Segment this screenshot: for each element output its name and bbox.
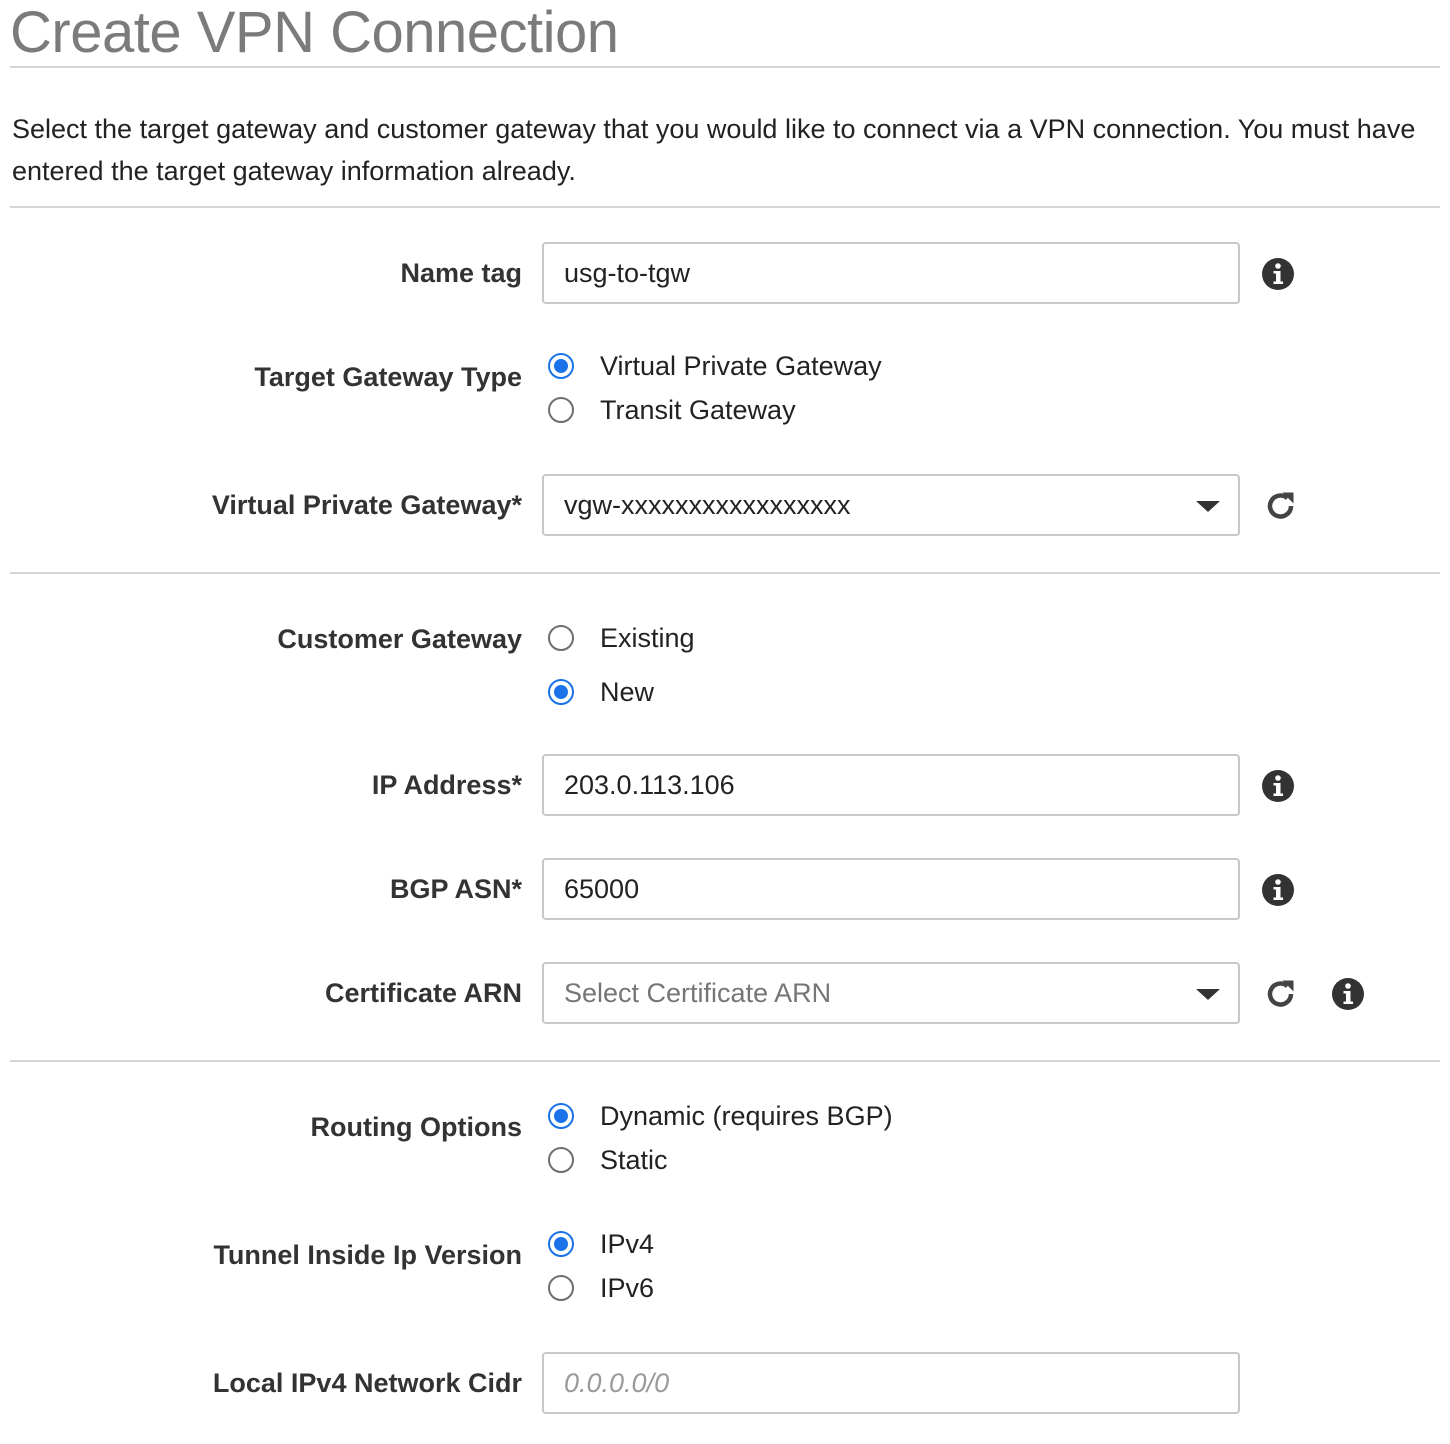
- refresh-icon[interactable]: [1264, 489, 1298, 523]
- radio-label: Existing: [600, 622, 695, 653]
- tunnel-inside-ip-version-label: Tunnel Inside Ip Version: [213, 1240, 522, 1270]
- radio-button-checked[interactable]: [548, 1103, 574, 1129]
- certificate-arn-placeholder: Select Certificate ARN: [564, 977, 832, 1008]
- radio-button[interactable]: [548, 1275, 574, 1301]
- create-vpn-connection-page: Create VPN Connection Select the target …: [0, 0, 1450, 1444]
- page-title: Create VPN Connection: [10, 0, 619, 65]
- local-ipv4-network-cidr-placeholder: 0.0.0.0/0: [564, 1367, 670, 1398]
- radio-static[interactable]: Static: [548, 1140, 668, 1180]
- radio-label: IPv4: [600, 1228, 655, 1259]
- info-icon[interactable]: [1261, 257, 1295, 291]
- target-gateway-type-label: Target Gateway Type: [254, 362, 522, 392]
- radio-button-checked[interactable]: [548, 1231, 574, 1257]
- radio-button[interactable]: [548, 625, 574, 651]
- page-description: Select the target gateway and customer g…: [12, 114, 1416, 186]
- radio-button[interactable]: [548, 397, 574, 423]
- radio-ipv4[interactable]: IPv4: [548, 1224, 654, 1264]
- divider: [10, 1060, 1440, 1062]
- chevron-down-icon: [1196, 501, 1220, 512]
- info-icon[interactable]: [1261, 769, 1295, 803]
- bgp-asn-label: BGP ASN*: [389, 874, 522, 904]
- ip-address-label: IP Address*: [371, 770, 522, 800]
- divider: [10, 572, 1440, 574]
- local-ipv4-network-cidr-input[interactable]: 0.0.0.0/0: [542, 1352, 1240, 1414]
- radio-ipv6[interactable]: IPv6: [548, 1268, 654, 1308]
- radio-label: IPv6: [600, 1272, 655, 1303]
- radio-virtual-private-gateway[interactable]: Virtual Private Gateway: [548, 346, 882, 386]
- ip-address-value: 203.0.113.106: [564, 769, 735, 800]
- local-ipv4-network-cidr-label: Local IPv4 Network Cidr: [212, 1368, 522, 1398]
- bgp-asn-input[interactable]: 65000: [542, 858, 1240, 920]
- radio-button-checked[interactable]: [548, 679, 574, 705]
- radio-button[interactable]: [548, 1147, 574, 1173]
- certificate-arn-label: Certificate ARN: [324, 978, 522, 1008]
- certificate-arn-select[interactable]: Select Certificate ARN: [542, 962, 1240, 1024]
- info-icon[interactable]: [1261, 873, 1295, 907]
- radio-label: Dynamic (requires BGP): [600, 1100, 893, 1131]
- radio-transit-gateway[interactable]: Transit Gateway: [548, 390, 796, 430]
- radio-label: Static: [600, 1144, 668, 1175]
- routing-options-label: Routing Options: [310, 1112, 522, 1142]
- bgp-asn-value: 65000: [564, 873, 640, 904]
- virtual-private-gateway-label: Virtual Private Gateway*: [211, 490, 522, 520]
- virtual-private-gateway-select[interactable]: vgw-xxxxxxxxxxxxxxxxx: [542, 474, 1240, 536]
- name-tag-value: usg-to-tgw: [564, 257, 691, 288]
- radio-new[interactable]: New: [548, 672, 654, 712]
- divider: [10, 66, 1440, 68]
- virtual-private-gateway-value: vgw-xxxxxxxxxxxxxxxxx: [564, 489, 851, 520]
- info-icon[interactable]: [1331, 977, 1365, 1011]
- radio-label: Transit Gateway: [600, 394, 796, 425]
- name-tag-input[interactable]: usg-to-tgw: [542, 242, 1240, 304]
- radio-label: New: [600, 676, 655, 707]
- divider: [10, 206, 1440, 208]
- radio-button-checked[interactable]: [548, 353, 574, 379]
- chevron-down-icon: [1196, 989, 1220, 1000]
- radio-label: Virtual Private Gateway: [600, 350, 882, 381]
- radio-existing[interactable]: Existing: [548, 618, 695, 658]
- name-tag-label: Name tag: [400, 258, 522, 288]
- refresh-icon[interactable]: [1264, 977, 1298, 1011]
- ip-address-input[interactable]: 203.0.113.106: [542, 754, 1240, 816]
- radio-dynamic[interactable]: Dynamic (requires BGP): [548, 1096, 893, 1136]
- customer-gateway-label: Customer Gateway: [277, 624, 522, 654]
